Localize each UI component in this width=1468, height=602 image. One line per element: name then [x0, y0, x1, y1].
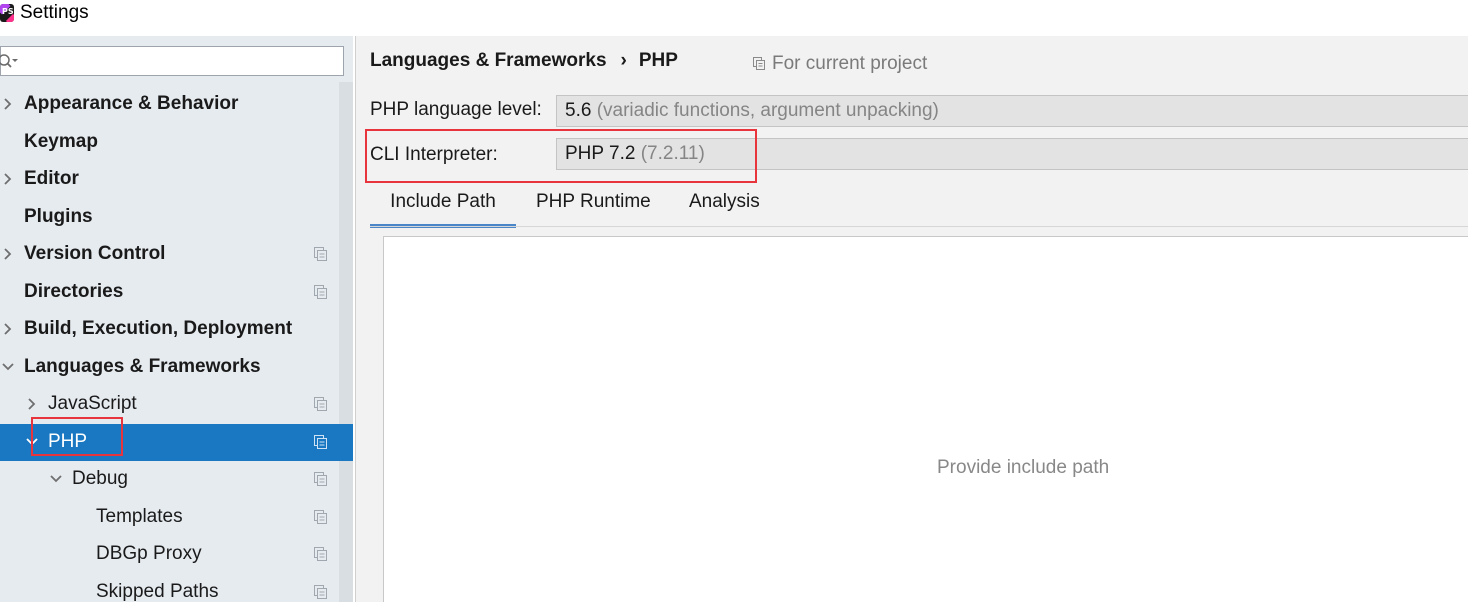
settings-content-panel: Languages & Frameworks › PHP For current p…	[355, 36, 1468, 602]
sidebar-item-label: PHP	[48, 430, 88, 452]
title-bar: PS Settings	[0, 0, 1468, 30]
sidebar-item-label: Appearance & Behavior	[24, 93, 239, 114]
chevron-right-icon[interactable]	[0, 171, 16, 187]
cli-interpreter-value: PHP 7.2	[565, 143, 636, 164]
chevron-down-icon[interactable]	[24, 434, 40, 450]
breadcrumb-current: PHP	[638, 50, 678, 71]
sidebar-item-templates[interactable]: Templates	[0, 499, 353, 536]
sidebar-item-label: Build, Execution, Deployment	[24, 318, 293, 339]
language-level-value: 5.6	[565, 100, 592, 121]
sidebar-item-javascript[interactable]: JavaScript	[0, 386, 353, 423]
include-path-empty-text: Provide include path	[937, 457, 1110, 478]
sidebar-item-directories[interactable]: Directories	[0, 274, 353, 311]
chevron-right-icon[interactable]	[0, 96, 16, 112]
window-title: Settings	[20, 2, 89, 23]
project-scope-copy-icon	[314, 284, 327, 299]
sidebar-item-label: Skipped Paths	[96, 580, 219, 602]
language-level-select[interactable]: 5.6 (variadic functions, argument unpack…	[556, 95, 1468, 127]
breadcrumb-parent: Languages & Frameworks	[370, 50, 607, 71]
sidebar-item-appearance-behavior[interactable]: Appearance & Behavior	[0, 86, 353, 123]
sidebar-item-label: Editor	[24, 168, 79, 189]
sidebar-item-debug[interactable]: Debug	[0, 461, 353, 498]
project-scope-copy-icon	[314, 547, 327, 561]
project-scope-copy-icon	[314, 247, 327, 261]
sidebar-item-keymap[interactable]: Keymap	[0, 124, 353, 161]
tab-analysis[interactable]: Analysis	[689, 184, 760, 228]
sidebar-item-version-control[interactable]: Version Control	[0, 236, 353, 273]
chevron-down-icon[interactable]	[0, 359, 16, 375]
include-path-list[interactable]: Provide include path	[383, 236, 1468, 602]
search-icon[interactable]	[0, 52, 19, 70]
sidebar-item-label: DBGp Proxy	[96, 543, 202, 564]
tab-divider	[370, 226, 1468, 227]
copy-icon	[753, 57, 765, 70]
sidebar-item-php[interactable]: PHP	[0, 423, 353, 461]
scope-label: For current project	[772, 53, 928, 74]
sidebar-item-dbgp-proxy[interactable]: DBGp Proxy	[0, 536, 353, 573]
chevron-right-icon[interactable]	[0, 246, 16, 262]
language-level-label: PHP language level:	[370, 99, 542, 120]
sidebar-item-label: Version Control	[24, 243, 166, 264]
tab-php-runtime[interactable]: PHP Runtime	[536, 184, 651, 228]
sidebar-item-languages-frameworks[interactable]: Languages & Frameworks	[0, 349, 353, 386]
cli-interpreter-label: CLI Interpreter:	[370, 144, 498, 165]
sidebar-item-label: Directories	[24, 280, 124, 302]
breadcrumb: Languages & Frameworks › PHP	[370, 50, 678, 72]
sidebar-item-label: Templates	[96, 505, 183, 527]
chevron-down-icon[interactable]	[48, 471, 64, 487]
sidebar-item-label: Languages & Frameworks	[24, 355, 261, 377]
cli-interpreter-detail: (7.2.11)	[640, 143, 705, 164]
sidebar-item-label: Keymap	[24, 130, 98, 152]
settings-search-input[interactable]	[0, 46, 344, 76]
breadcrumb-separator: ›	[620, 50, 627, 71]
scope-indicator: For current project	[753, 53, 927, 75]
project-scope-copy-icon	[314, 509, 327, 524]
chevron-right-icon[interactable]	[24, 396, 40, 412]
phpstorm-logo-icon: PS	[0, 4, 14, 22]
chevron-right-icon[interactable]	[0, 321, 16, 337]
cli-interpreter-select[interactable]: PHP 7.2 (7.2.11)	[556, 138, 1468, 170]
sidebar-item-label: JavaScript	[48, 393, 137, 414]
sidebar-item-build-execution-deployment[interactable]: Build, Execution, Deployment	[0, 311, 353, 348]
sidebar-item-label: Debug	[72, 468, 128, 489]
project-scope-copy-icon	[314, 584, 327, 599]
sidebar-item-editor[interactable]: Editor	[0, 161, 353, 198]
sidebar-item-skipped-paths[interactable]: Skipped Paths	[0, 574, 353, 602]
project-scope-copy-icon	[314, 397, 327, 411]
settings-sidebar: Appearance & Behavior Keymap Editor Plugins…	[0, 36, 353, 602]
sidebar-item-plugins[interactable]: Plugins	[0, 199, 353, 236]
sidebar-item-label: Plugins	[24, 205, 93, 227]
tab-include-path[interactable]: Include Path	[370, 184, 516, 228]
project-scope-copy-icon	[314, 434, 327, 449]
project-scope-copy-icon	[314, 472, 327, 486]
language-level-detail: (variadic functions, argument unpacking)	[596, 100, 939, 121]
